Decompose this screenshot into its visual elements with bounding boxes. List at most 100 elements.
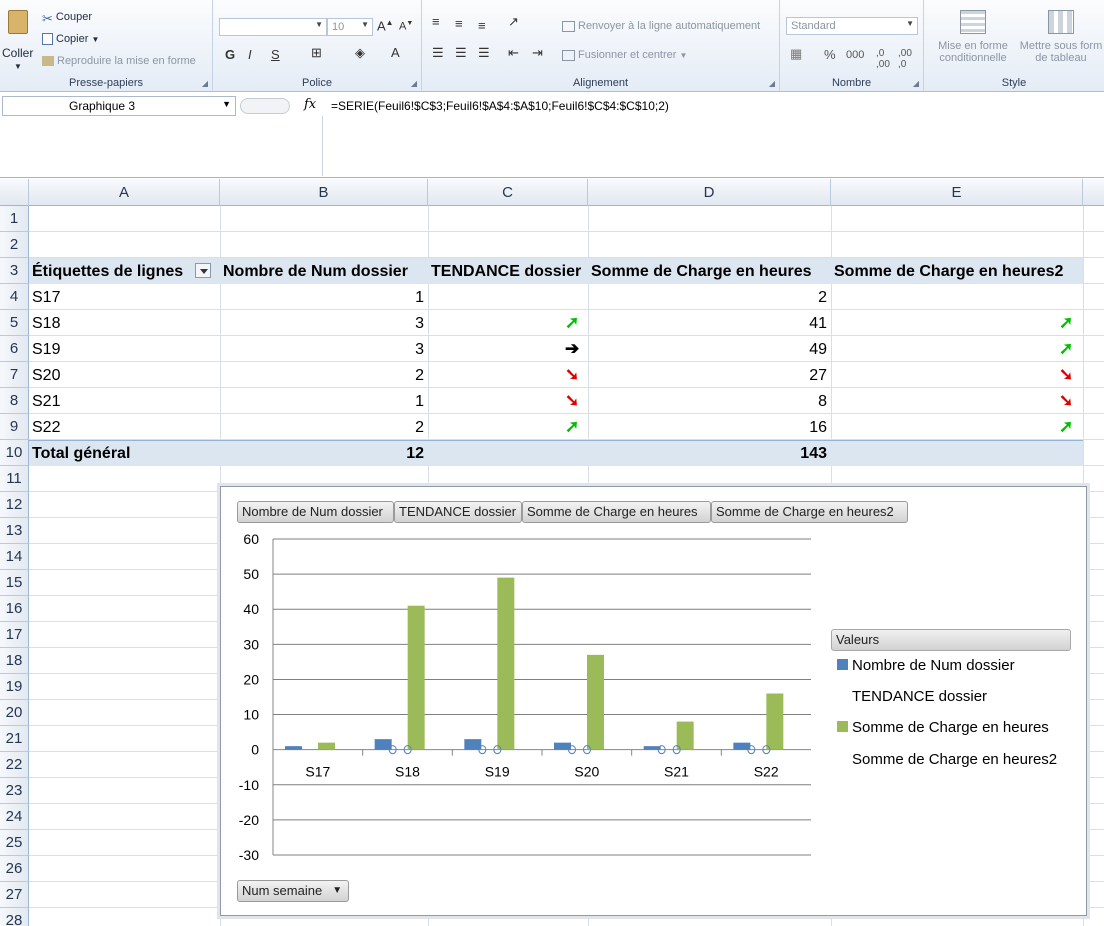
row-header[interactable]: 6: [0, 336, 29, 362]
column-header-b[interactable]: B: [220, 179, 428, 206]
row-header[interactable]: 27: [0, 882, 29, 908]
pivot-header-trend[interactable]: TENDANCE dossier: [431, 258, 581, 284]
borders-icon[interactable]: ⊞: [311, 45, 322, 61]
align-right-icon[interactable]: ☰: [478, 45, 490, 61]
field-button-count[interactable]: Nombre de Num dossier: [237, 501, 394, 523]
orientation-icon[interactable]: ↗: [508, 14, 519, 30]
fill-color-icon[interactable]: ◈: [355, 45, 365, 61]
formula-input[interactable]: =SERIE(Feuil6!$C$3;Feuil6!$A$4:$A$10;Feu…: [331, 99, 669, 113]
row-header[interactable]: 26: [0, 856, 29, 882]
align-bottom-icon[interactable]: ≡: [478, 18, 486, 33]
underline-button[interactable]: S: [271, 47, 280, 62]
row-header[interactable]: 4: [0, 284, 29, 310]
column-header-d[interactable]: D: [588, 179, 831, 206]
row-header[interactable]: 12: [0, 492, 29, 518]
pivot-count-cell[interactable]: 3: [220, 336, 428, 362]
alignment-dialog-launcher[interactable]: ◢: [769, 79, 775, 88]
pivot-header-hours[interactable]: Somme de Charge en heures: [591, 258, 812, 284]
pivot-count-cell[interactable]: 1: [220, 284, 428, 310]
row-header[interactable]: 18: [0, 648, 29, 674]
row-header[interactable]: 23: [0, 778, 29, 804]
pivot-total-count[interactable]: 12: [220, 440, 428, 466]
number-format-combo[interactable]: Standard ▼: [786, 17, 918, 35]
row-header[interactable]: 28: [0, 908, 29, 926]
merge-center-button[interactable]: Fusionner et centrer ▼: [562, 49, 687, 61]
row-header[interactable]: 11: [0, 466, 29, 492]
field-button-hours[interactable]: Somme de Charge en heures: [522, 501, 711, 523]
row-header[interactable]: 15: [0, 570, 29, 596]
clipboard-dialog-launcher[interactable]: ◢: [202, 79, 208, 88]
field-button-trend[interactable]: TENDANCE dossier: [394, 501, 522, 523]
pivot-row-label[interactable]: S22: [32, 414, 220, 440]
row-header[interactable]: 2: [0, 232, 29, 258]
format-as-table-button[interactable]: Mettre sous form de tableau: [1018, 10, 1104, 72]
row-header[interactable]: 13: [0, 518, 29, 544]
pivot-hours-cell[interactable]: 8: [588, 388, 831, 414]
pivot-hours-cell[interactable]: 49: [588, 336, 831, 362]
align-top-icon[interactable]: ≡: [432, 14, 440, 29]
align-middle-icon[interactable]: ≡: [455, 16, 463, 31]
align-left-icon[interactable]: ☰: [432, 45, 444, 61]
row-header[interactable]: 24: [0, 804, 29, 830]
filter-dropdown-icon[interactable]: [195, 263, 212, 279]
row-header[interactable]: 9: [0, 414, 29, 440]
pivot-count-cell[interactable]: 2: [220, 414, 428, 440]
font-name-combo[interactable]: ▼: [219, 18, 327, 36]
row-header[interactable]: 14: [0, 544, 29, 570]
decrease-decimal-icon[interactable]: ,00,0: [898, 48, 912, 70]
pivot-hours-cell[interactable]: 41: [588, 310, 831, 336]
cut-button[interactable]: ✂ Couper: [42, 11, 92, 26]
pivot-count-cell[interactable]: 3: [220, 310, 428, 336]
pivot-row-label[interactable]: S19: [32, 336, 220, 362]
row-header[interactable]: 21: [0, 726, 29, 752]
pivot-hours-cell[interactable]: 27: [588, 362, 831, 388]
row-header[interactable]: 22: [0, 752, 29, 778]
name-box[interactable]: Graphique 3 ▼: [2, 96, 236, 116]
pivot-hours-cell[interactable]: 2: [588, 284, 831, 310]
pivot-hours-cell[interactable]: 16: [588, 414, 831, 440]
column-header-e[interactable]: E: [831, 179, 1083, 206]
pivot-count-cell[interactable]: 1: [220, 388, 428, 414]
wrap-text-button[interactable]: Renvoyer à la ligne automatiquement: [562, 20, 760, 32]
axis-field-button[interactable]: Num semaine ▼: [237, 880, 350, 902]
column-header-c[interactable]: C: [428, 179, 588, 206]
field-button-hours2[interactable]: Somme de Charge en heures2: [711, 501, 908, 523]
currency-icon[interactable]: ▦: [790, 46, 802, 62]
insert-function-icon[interactable]: fx: [304, 97, 316, 112]
row-header[interactable]: 10: [0, 440, 29, 466]
row-header[interactable]: 16: [0, 596, 29, 622]
pivot-header-row-labels[interactable]: Étiquettes de lignes: [32, 258, 212, 284]
row-header[interactable]: 1: [0, 206, 29, 232]
increase-decimal-icon[interactable]: ,0,00: [876, 48, 890, 70]
percent-button[interactable]: %: [824, 47, 836, 62]
row-header[interactable]: 7: [0, 362, 29, 388]
row-header[interactable]: 5: [0, 310, 29, 336]
shrink-font-icon[interactable]: A▼: [399, 20, 413, 33]
pivot-row-label[interactable]: S17: [32, 284, 220, 310]
pivot-row-label[interactable]: S21: [32, 388, 220, 414]
bold-button[interactable]: G: [225, 47, 235, 62]
increase-indent-icon[interactable]: ⇥: [532, 45, 543, 61]
select-all-corner[interactable]: [0, 179, 29, 206]
row-header[interactable]: 25: [0, 830, 29, 856]
conditional-formatting-button[interactable]: Mise en forme conditionnelle: [930, 10, 1016, 72]
decrease-indent-icon[interactable]: ⇤: [508, 45, 519, 61]
font-color-icon[interactable]: A: [391, 45, 400, 60]
legend-title[interactable]: Valeurs: [831, 629, 1071, 651]
align-center-icon[interactable]: ☰: [455, 45, 467, 61]
row-header[interactable]: 8: [0, 388, 29, 414]
pivot-total-hours[interactable]: 143: [588, 440, 831, 466]
italic-button[interactable]: I: [248, 47, 252, 62]
row-header[interactable]: 19: [0, 674, 29, 700]
thousands-button[interactable]: 000: [846, 49, 864, 61]
row-header[interactable]: 3: [0, 258, 29, 284]
pivot-row-label[interactable]: S18: [32, 310, 220, 336]
pivot-header-count[interactable]: Nombre de Num dossier: [223, 258, 408, 284]
column-header-a[interactable]: A: [29, 179, 220, 206]
pivot-header-hours2[interactable]: Somme de Charge en heures2: [834, 258, 1063, 284]
number-dialog-launcher[interactable]: ◢: [913, 79, 919, 88]
pivot-chart[interactable]: Nombre de Num dossier TENDANCE dossier S…: [220, 486, 1087, 916]
row-header[interactable]: 20: [0, 700, 29, 726]
font-dialog-launcher[interactable]: ◢: [411, 79, 417, 88]
font-size-combo[interactable]: 10 ▼: [327, 18, 373, 36]
